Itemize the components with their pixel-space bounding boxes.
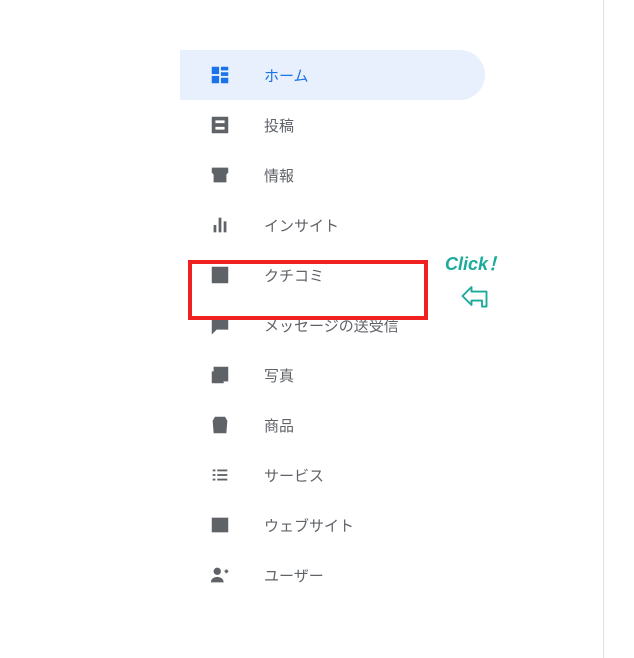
click-label: Click！ <box>445 250 506 276</box>
photo-icon <box>208 363 232 387</box>
pointing-hand-icon <box>458 278 494 319</box>
sidebar-item-label: サービス <box>264 465 324 486</box>
sidebar-item-photos[interactable]: 写真 <box>180 350 485 400</box>
sidebar-item-label: 商品 <box>264 415 294 436</box>
sidebar-item-label: インサイト <box>264 215 339 236</box>
sidebar-item-posts[interactable]: 投稿 <box>180 100 485 150</box>
store-icon <box>208 163 232 187</box>
sidebar-item-users[interactable]: ユーザー <box>180 550 485 600</box>
sidebar-item-home[interactable]: ホーム <box>180 50 485 100</box>
sidebar-item-reviews[interactable]: クチコミ <box>180 250 485 300</box>
click-annotation: Click！ <box>445 250 506 319</box>
sidebar-item-label: ウェブサイト <box>264 515 354 536</box>
sidebar-item-messages[interactable]: メッセージの送受信 <box>180 300 485 350</box>
sidebar-item-insights[interactable]: インサイト <box>180 200 485 250</box>
sidebar-item-label: ユーザー <box>264 565 324 586</box>
vertical-divider <box>603 0 604 658</box>
insights-icon <box>208 213 232 237</box>
sidebar-item-label: メッセージの送受信 <box>264 315 399 336</box>
sidebar-item-label: 投稿 <box>264 115 294 136</box>
sidebar-nav: ホーム 投稿 情報 インサイト クチコミ メッセージの送受信 写 <box>180 50 485 600</box>
products-icon <box>208 413 232 437</box>
sidebar-item-services[interactable]: サービス <box>180 450 485 500</box>
sidebar-item-label: 写真 <box>264 365 294 386</box>
message-icon <box>208 313 232 337</box>
website-icon <box>208 513 232 537</box>
services-icon <box>208 463 232 487</box>
review-icon <box>208 263 232 287</box>
sidebar-item-products[interactable]: 商品 <box>180 400 485 450</box>
sidebar-item-label: 情報 <box>264 165 294 186</box>
post-icon <box>208 113 232 137</box>
sidebar-item-info[interactable]: 情報 <box>180 150 485 200</box>
dashboard-icon <box>208 63 232 87</box>
sidebar-item-website[interactable]: ウェブサイト <box>180 500 485 550</box>
sidebar-item-label: ホーム <box>264 65 309 86</box>
sidebar-item-label: クチコミ <box>264 265 324 286</box>
users-icon <box>208 563 232 587</box>
